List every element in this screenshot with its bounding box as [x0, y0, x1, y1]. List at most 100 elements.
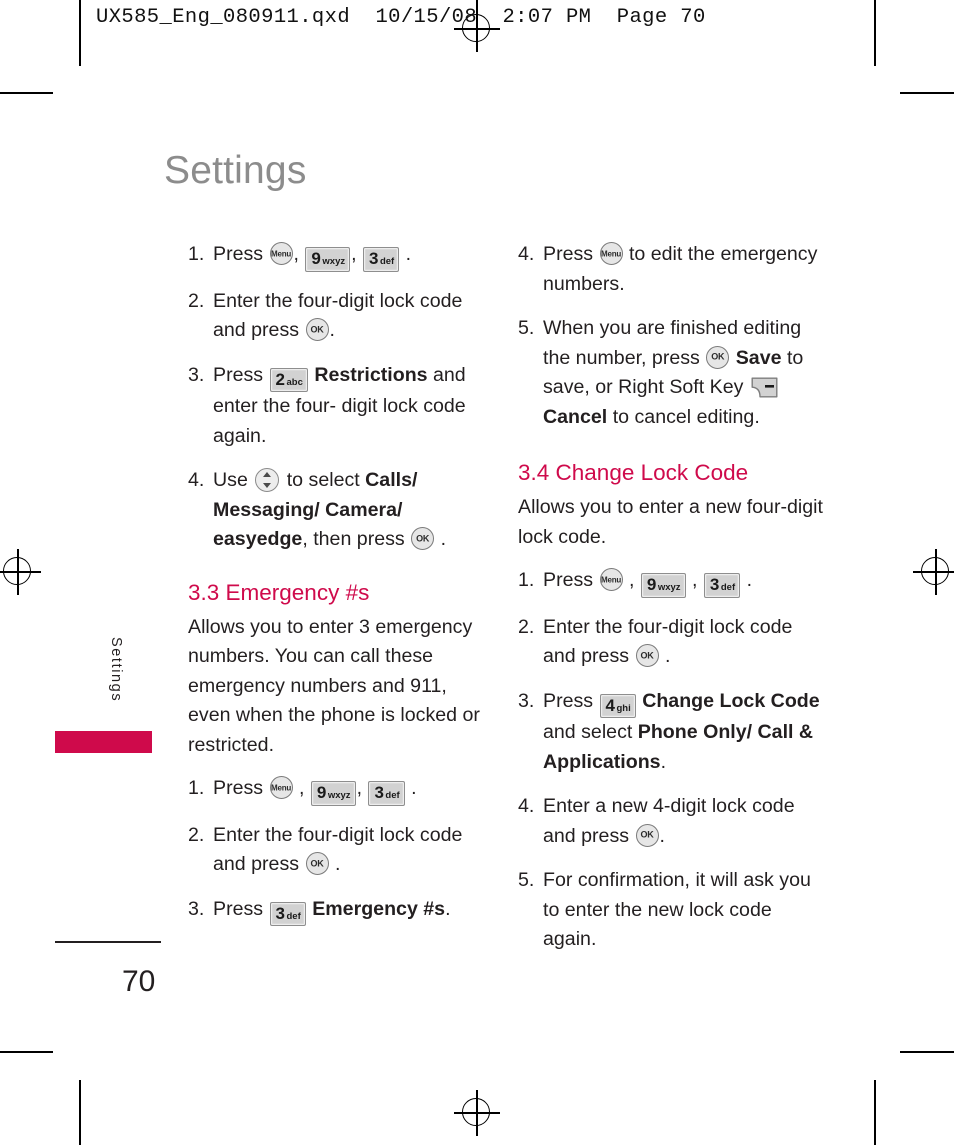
- step-text: Press: [213, 363, 269, 386]
- keypad-key-3-icon: 3 def: [703, 573, 741, 598]
- step-item: 2. Enter the four-digit lock code and pre…: [188, 821, 488, 880]
- change-lock-code-steps: 1. Press Menu , 9 wxyz , 3 def . 2. Enter the…: [518, 566, 826, 955]
- step-item: 4. Press Menu to edit the emergency numbe…: [518, 240, 826, 299]
- step-text: .: [659, 824, 665, 847]
- keypad-key-3-icon: 3 def: [368, 781, 405, 806]
- crop-mark-bottom-left-vertical: [79, 1080, 81, 1145]
- menu-key-label: Menu: [600, 574, 622, 584]
- step-number: 2.: [188, 823, 205, 846]
- step-number: 1.: [188, 777, 205, 800]
- step-text: Press: [213, 243, 269, 265]
- menu-key-label: Menu: [270, 782, 292, 792]
- left-column: 1. Press Menu, 9 wxyz, 3 def . 2. Enter the f…: [188, 240, 488, 941]
- step-text: Press: [213, 777, 269, 800]
- step-emphasis-text: Change Lock Code: [636, 689, 820, 712]
- section-intro-change-lock-code: Allows you to enter a new four-digit loc…: [518, 496, 823, 548]
- right-column: 4. Press Menu to edit the emergency numbe…: [518, 240, 826, 970]
- step-text: Enter a new 4-digit lock code and press: [543, 795, 795, 847]
- step-text: .: [329, 853, 341, 876]
- restrictions-steps-continued: 4. Press Menu to edit the emergency numbe…: [518, 240, 826, 432]
- step-text: For confirmation, it will ask you to ent…: [543, 869, 811, 951]
- keypad-key-digit: 3: [374, 783, 384, 803]
- menu-key-icon: Menu: [599, 568, 623, 591]
- step-number: 4.: [188, 469, 205, 492]
- crop-mark-top-left-vertical: [79, 0, 81, 66]
- step-item: 5. When you are finished editing the numb…: [518, 314, 826, 432]
- step-text: ,: [356, 777, 368, 800]
- keypad-key-digit: 9: [311, 249, 321, 268]
- keypad-key-letters: ghi: [616, 702, 631, 714]
- crop-mark-top-right-vertical: [874, 0, 876, 66]
- step-item: 3. Press 2 abc Restrictions and enter the …: [188, 361, 488, 452]
- step-text: .: [741, 569, 753, 591]
- ok-key-icon: OK: [635, 644, 659, 668]
- ok-key-label: OK: [640, 829, 654, 840]
- page-number: 70: [122, 965, 156, 998]
- keypad-key-9-icon: 9 wxyz: [310, 781, 356, 806]
- keypad-key-3-icon: 3 def: [363, 247, 400, 272]
- step-text: ,: [293, 777, 310, 800]
- ok-key-label: OK: [416, 532, 430, 543]
- keypad-key-digit: 4: [605, 695, 615, 715]
- step-text: Press: [543, 689, 599, 712]
- keypad-key-letters: def: [720, 582, 736, 593]
- keypad-key-9-icon: 9 wxyz: [640, 573, 686, 598]
- step-number: 1.: [188, 243, 205, 265]
- step-text: .: [445, 897, 451, 920]
- step-item: 3. Press 3 def Emergency #s.: [188, 895, 488, 927]
- crop-mark-top-right-horizontal: [900, 92, 954, 94]
- keypad-key-letters: def: [286, 910, 301, 922]
- keypad-key-letters: wxyz: [327, 790, 351, 802]
- step-item: 1. Press Menu, 9 wxyz, 3 def .: [188, 240, 488, 272]
- keypad-key-digit: 3: [275, 903, 285, 923]
- registration-mark-bottom-center: [454, 1090, 500, 1136]
- step-text: ,: [623, 569, 640, 591]
- emergency-numbers-steps: 1. Press Menu , 9 wxyz, 3 def . 2. Enter the …: [188, 774, 488, 927]
- ok-key-label: OK: [640, 649, 654, 660]
- step-text: Press: [213, 897, 269, 920]
- keypad-key-2-icon: 2 abc: [269, 367, 308, 393]
- ok-key-icon: OK: [706, 345, 730, 369]
- keypad-key-letters: def: [379, 256, 395, 267]
- ok-key-label: OK: [711, 351, 725, 362]
- restrictions-steps: 1. Press Menu, 9 wxyz, 3 def . 2. Enter the f…: [188, 240, 488, 555]
- page-number-rule: [55, 941, 161, 943]
- keypad-key-4-icon: 4 ghi: [599, 693, 636, 719]
- keypad-key-digit: 3: [369, 249, 379, 268]
- keypad-key-9-icon: 9 wxyz: [305, 247, 351, 272]
- step-text: Press: [543, 243, 599, 265]
- ok-key-icon: OK: [635, 823, 659, 847]
- side-tab-label: Settings: [108, 637, 124, 703]
- step-number: 1.: [518, 569, 535, 591]
- registration-mark-left-middle: [0, 549, 41, 595]
- step-text: .: [329, 319, 335, 342]
- step-text: Enter the four-digit lock code and press: [213, 289, 463, 342]
- keypad-key-digit: 2: [275, 369, 285, 389]
- step-emphasis-text: Cancel: [543, 405, 608, 428]
- menu-key-label: Menu: [270, 248, 292, 258]
- crop-mark-bottom-left-horizontal: [0, 1051, 53, 1053]
- step-text: .: [400, 243, 412, 265]
- step-text: .: [435, 528, 447, 551]
- step-emphasis-text: Restrictions: [308, 363, 428, 386]
- prepress-file-header: UX585_Eng_080911.qxd 10/15/08 2:07 PM Pa…: [96, 6, 706, 29]
- step-number: 3.: [188, 363, 205, 386]
- ok-key-icon: OK: [305, 852, 329, 876]
- ok-key-label: OK: [310, 323, 324, 334]
- step-item: 5. For confirmation, it will ask you to e…: [518, 866, 826, 955]
- side-tab-swatch: [55, 731, 152, 753]
- step-text: to select: [281, 469, 366, 492]
- keypad-key-digit: 9: [646, 575, 657, 594]
- navigation-key-icon: [255, 468, 280, 493]
- crop-mark-bottom-right-horizontal: [900, 1051, 954, 1053]
- step-item: 4. Use to select Calls/ Messaging/ Camera…: [188, 466, 488, 555]
- step-item: 4. Enter a new 4-digit lock code and pres…: [518, 792, 826, 851]
- ok-key-icon: OK: [411, 527, 435, 551]
- step-emphasis-text: Emergency #s: [306, 897, 446, 920]
- right-soft-key-icon: [751, 377, 778, 398]
- step-text: Use: [213, 469, 254, 492]
- section-intro-emergency-numbers: Allows you to enter 3 emergency numbers.…: [188, 615, 480, 756]
- menu-key-icon: Menu: [599, 242, 623, 265]
- step-number: 5.: [518, 317, 535, 339]
- keypad-key-3-icon: 3 def: [269, 901, 306, 927]
